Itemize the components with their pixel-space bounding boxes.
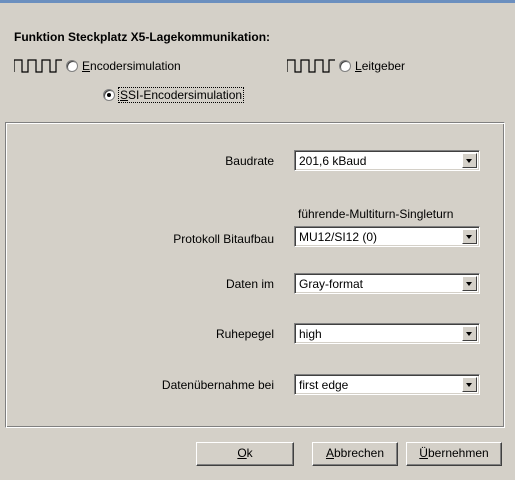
select-daten[interactable]: Gray-format [294, 273, 480, 294]
label-protokoll: Protokoll Bitaufbau [173, 232, 274, 246]
label-ssi-encodersimulation: SSI-Encodersimulation [117, 87, 245, 103]
dropdown-arrow-icon[interactable] [462, 377, 477, 392]
select-ruhepegel[interactable]: high [294, 323, 480, 344]
dropdown-arrow-icon[interactable] [462, 229, 477, 244]
radio-ssi-encodersimulation[interactable] [103, 89, 115, 101]
option-leitgeber[interactable]: Leitgeber [287, 59, 405, 73]
dialog: Funktion Steckplatz X5-Lagekommunikation… [0, 0, 515, 480]
label-ruhepegel: Ruhepegel [215, 327, 274, 341]
cancel-button[interactable]: Abbrechen [312, 442, 398, 466]
option-ssi-encodersimulation[interactable]: SSI-Encodersimulation [103, 87, 245, 103]
option-encodersimulation[interactable]: Encodersimulation [14, 59, 181, 73]
dropdown-arrow-icon[interactable] [462, 276, 477, 291]
section-heading: Funktion Steckplatz X5-Lagekommunikation… [14, 30, 271, 44]
dropdown-arrow-icon[interactable] [462, 153, 477, 168]
label-baudrate: Baudrate [225, 154, 274, 168]
select-datenuebernahme[interactable]: first edge [294, 374, 480, 395]
select-datenuebernahme-value: first edge [299, 378, 349, 392]
radio-leitgeber[interactable] [339, 60, 351, 72]
label-datenuebernahme: Datenübernahme bei [161, 378, 274, 392]
radio-encodersimulation[interactable] [66, 60, 78, 72]
select-daten-value: Gray-format [299, 277, 364, 291]
pulse-waveform-icon [287, 59, 335, 73]
label-leitgeber: Leitgeber [355, 59, 406, 73]
title-bar-edge [0, 0, 515, 3]
select-ruhepegel-value: high [299, 327, 322, 341]
ok-button[interactable]: Ok [196, 442, 294, 466]
select-baudrate[interactable]: 201,6 kBaud [294, 150, 480, 171]
dropdown-arrow-icon[interactable] [462, 326, 477, 341]
select-baudrate-value: 201,6 kBaud [299, 154, 367, 168]
label-encodersimulation: Encodersimulation [82, 59, 181, 73]
select-protokoll[interactable]: MU12/SI12 (0) [294, 226, 480, 247]
pulse-waveform-icon [14, 59, 62, 73]
label-daten: Daten im [225, 277, 274, 291]
apply-button[interactable]: Übernehmen [406, 442, 502, 466]
hint-protokoll: führende-Multiturn-Singleturn [298, 207, 454, 221]
select-protokoll-value: MU12/SI12 (0) [299, 230, 378, 244]
